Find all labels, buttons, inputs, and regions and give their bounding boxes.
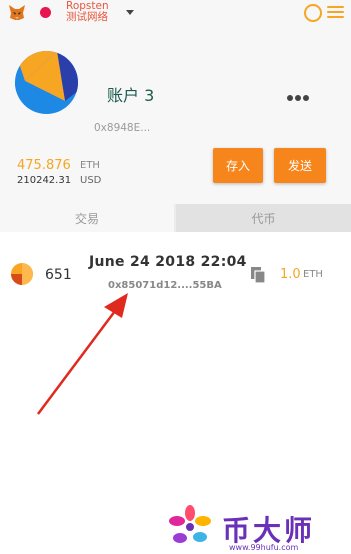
balance-usd: 210242.31 [17,175,72,186]
account-switch-icon[interactable] [304,4,322,22]
transaction-date: June 24 2018 22:04 [89,254,247,270]
metamask-fox-icon[interactable] [8,4,26,21]
transaction-amount-unit: ETH [303,269,323,280]
balance-eth-unit: ETH [80,160,100,171]
transaction-nonce: 651 [45,267,72,283]
tab-transactions[interactable]: 交易 [0,204,174,232]
more-dots-icon[interactable] [287,86,313,101]
transaction-amount: 1.0 [280,267,301,282]
network-status-dot[interactable] [40,7,51,18]
transaction-row[interactable]: 651 June 24 2018 22:04 0x85071d12....55B… [0,232,351,312]
tab-bar: 交易 代币 [0,204,351,232]
tab-tokens[interactable]: 代币 [176,204,351,232]
account-address[interactable]: 0x8948E... [94,122,150,134]
watermark-url: www.99hufu.com [229,543,299,552]
account-name[interactable]: 账户 3 [107,82,154,106]
identicon-avatar [15,51,78,114]
balance-usd-unit: USD [80,175,102,186]
deposit-button[interactable]: 存入 [213,148,263,183]
balance-eth: 475.876 [17,158,71,173]
network-subtitle[interactable]: 测试网络 [66,11,108,23]
copy-icon[interactable] [250,266,266,284]
send-button[interactable]: 发送 [274,148,326,183]
hamburger-menu-icon[interactable] [327,6,344,20]
watermark-logo-icon [169,505,211,543]
transaction-hash[interactable]: 0x85071d12....55BA [108,280,222,291]
identicon-icon [11,263,33,285]
top-bar: Ropsten 测试网络 [0,0,351,26]
chevron-down-icon[interactable] [126,10,134,15]
